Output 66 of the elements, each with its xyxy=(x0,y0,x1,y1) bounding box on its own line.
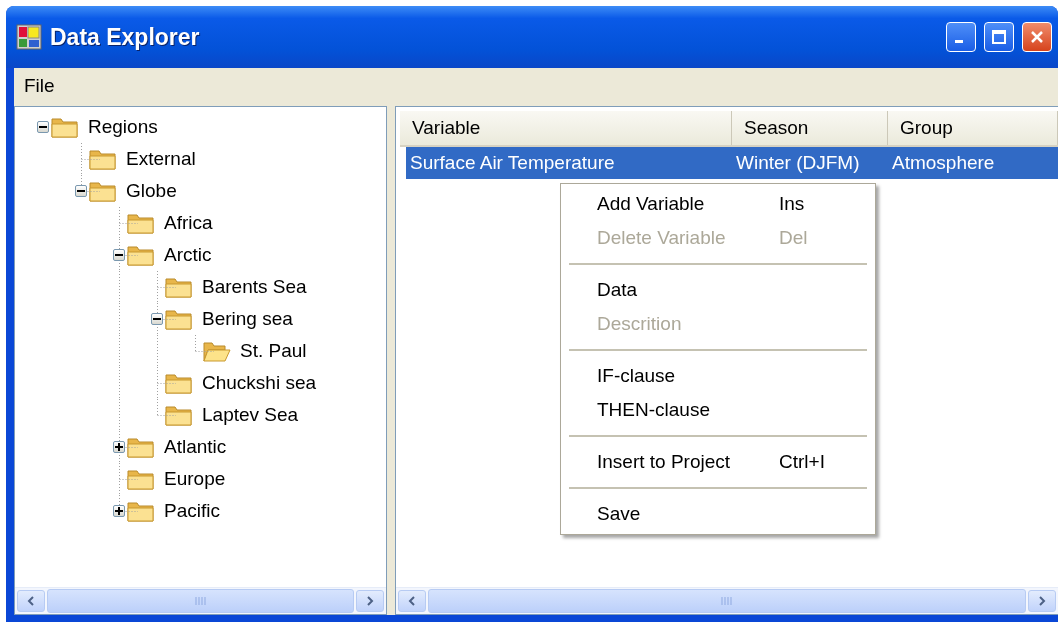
table-cell-text: Winter (DJFM) xyxy=(735,152,861,174)
tree-item[interactable]: Atlantic xyxy=(162,436,229,458)
app-icon xyxy=(16,24,42,50)
minus-icon xyxy=(153,318,161,320)
maximize-icon xyxy=(992,30,1006,44)
scroll-left-button[interactable] xyxy=(398,590,426,612)
chevron-right-icon xyxy=(365,595,375,607)
context-menu-item[interactable]: Add Variable Ins xyxy=(561,187,875,221)
chevron-left-icon xyxy=(26,595,36,607)
tree-connector xyxy=(119,207,138,239)
tree-connector xyxy=(119,239,138,271)
tree-line xyxy=(157,335,158,367)
minus-icon xyxy=(77,190,85,192)
context-menu-item[interactable]: IF-clause xyxy=(561,359,875,393)
scrollbar-thumb[interactable] xyxy=(47,589,354,613)
grip-icon xyxy=(721,596,733,606)
grip-icon xyxy=(194,596,207,606)
window-title: Data Explorer xyxy=(50,23,201,51)
context-menu-item[interactable]: Save xyxy=(561,497,875,531)
collapse-toggle[interactable] xyxy=(37,121,49,133)
menu-item[interactable]: File xyxy=(16,73,63,99)
scroll-right-button[interactable] xyxy=(356,590,384,612)
tree-connector xyxy=(157,271,176,303)
tree-item[interactable]: St. Paul xyxy=(238,340,309,362)
scroll-right-button[interactable] xyxy=(1028,590,1056,612)
tree-connector xyxy=(157,303,176,335)
expand-toggle[interactable] xyxy=(113,441,125,453)
tree-item[interactable]: External xyxy=(124,148,198,170)
scrollbar-thumb[interactable] xyxy=(428,589,1026,613)
tree-connector xyxy=(119,431,138,463)
minimize-icon xyxy=(955,39,963,43)
context-menu-item[interactable]: THEN-clause xyxy=(561,393,875,427)
tree-item[interactable]: Chuckshi sea xyxy=(200,372,319,394)
context-menu-item[interactable]: Data xyxy=(561,273,875,307)
context-menu-item[interactable]: Insert to Project Ctrl+I xyxy=(561,445,875,479)
column-header[interactable]: Variable xyxy=(400,111,732,145)
minus-icon xyxy=(115,254,123,256)
collapse-toggle[interactable] xyxy=(75,185,87,197)
plus-icon xyxy=(115,507,123,515)
tree-item[interactable]: Globe xyxy=(124,180,179,202)
close-icon xyxy=(1030,30,1044,44)
column-header[interactable]: Group xyxy=(888,111,1058,145)
close-button[interactable] xyxy=(1022,22,1052,52)
scroll-left-button[interactable] xyxy=(17,590,45,612)
tree-item[interactable]: Bering sea xyxy=(200,308,295,330)
minus-icon xyxy=(39,126,47,128)
tree-item[interactable]: Europe xyxy=(162,468,228,490)
collapse-toggle[interactable] xyxy=(113,249,125,261)
tree-item[interactable]: Arctic xyxy=(162,244,214,266)
tree-connector xyxy=(195,335,214,352)
tree-item[interactable]: Pacific xyxy=(162,500,222,522)
tree-item[interactable]: Africa xyxy=(162,212,215,234)
tree-item[interactable]: Regions xyxy=(86,116,160,138)
tree-item[interactable]: Laptev Sea xyxy=(200,404,301,426)
plus-icon xyxy=(115,443,123,451)
expand-toggle[interactable] xyxy=(113,505,125,517)
minimize-button[interactable] xyxy=(946,22,976,52)
tree-item[interactable]: Barents Sea xyxy=(200,276,309,298)
chevron-left-icon xyxy=(407,595,417,607)
table-cell-text: Atmosphere xyxy=(891,152,996,174)
maximize-button[interactable] xyxy=(984,22,1014,52)
collapse-toggle[interactable] xyxy=(151,313,163,325)
chevron-right-icon xyxy=(1037,595,1047,607)
table-row[interactable]: Surface Air Temperature Winter (DJFM) Atmosphere xyxy=(406,147,1058,179)
table-cell-text: Surface Air Temperature xyxy=(409,152,616,174)
column-header[interactable]: Season xyxy=(732,111,888,145)
